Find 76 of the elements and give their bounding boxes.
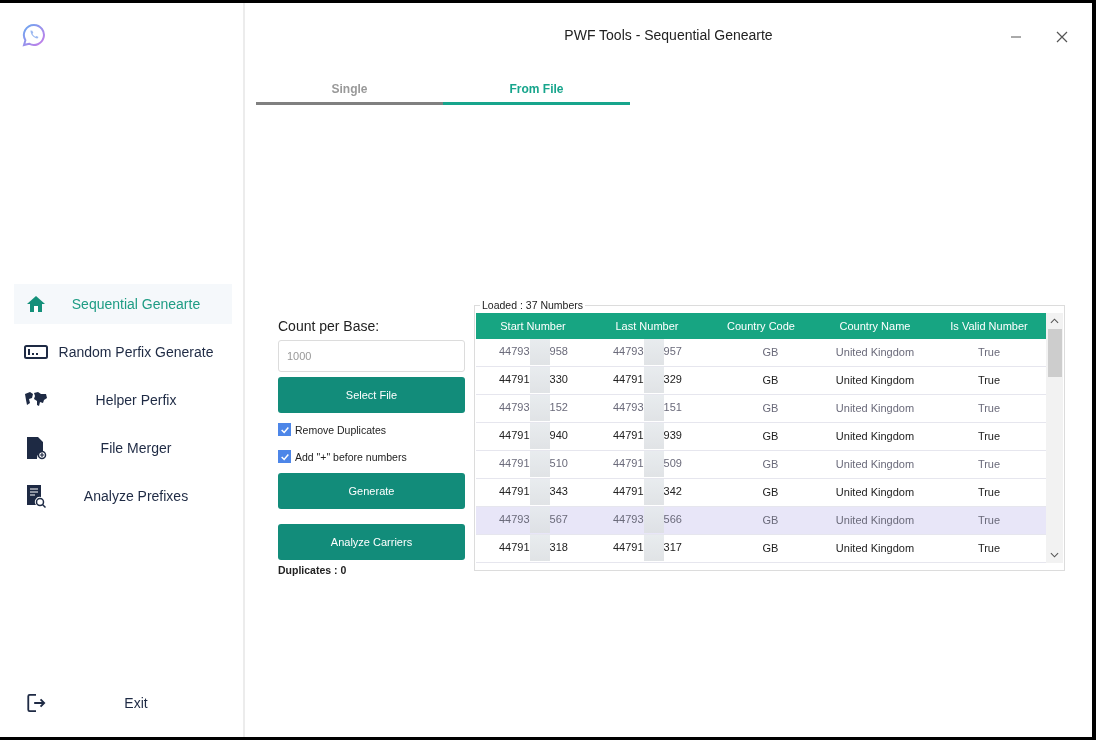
table-cell: 44791 343: [476, 478, 590, 507]
close-icon[interactable]: [1056, 31, 1068, 43]
table-cell: United Kingdom: [818, 506, 932, 535]
generate-button[interactable]: Generate: [278, 473, 465, 509]
table-row[interactable]: 44791 343 44791 342 GB United Kingdom True: [476, 478, 1046, 507]
exit-icon: [24, 693, 48, 713]
sidebar-item[interactable]: Helper Perfix: [14, 380, 232, 420]
scroll-down-icon[interactable]: [1050, 552, 1059, 558]
table-cell: 44793 566: [590, 506, 704, 535]
table-cell: GB: [704, 339, 818, 367]
table-cell: 44791 939: [590, 422, 704, 451]
table-cell: 44793 152: [476, 394, 590, 423]
table-cell: United Kingdom: [818, 478, 932, 507]
column-header[interactable]: Is Valid Number: [932, 313, 1046, 339]
world-map-icon: [24, 391, 48, 409]
analyze-carriers-button[interactable]: Analyze Carriers: [278, 524, 465, 560]
table-cell: True: [932, 506, 1046, 535]
scroll-up-icon[interactable]: [1050, 318, 1059, 324]
table-cell: GB: [704, 422, 818, 451]
chat-bubble-logo: [22, 23, 46, 47]
table-row[interactable]: 44791 318 44791 317 GB United Kingdom True: [476, 534, 1046, 563]
table-cell: United Kingdom: [818, 450, 932, 479]
table-cell: 44793 957: [590, 339, 704, 367]
table-cell: 44791 510: [476, 450, 590, 479]
sidebar-item[interactable]: Analyze Prefixes: [14, 476, 232, 516]
count-input[interactable]: 1000: [278, 340, 465, 372]
panel-legend: Loaded : 37 Numbers: [480, 300, 585, 311]
column-header[interactable]: Last Number: [590, 313, 704, 339]
checkbox-label: Remove Duplicates: [295, 423, 387, 436]
file-search-icon: [24, 484, 48, 508]
table-row[interactable]: 44791 330 44791 329 GB United Kingdom True: [476, 366, 1046, 395]
sidebar-item[interactable]: File Merger: [14, 428, 232, 468]
table-cell: 44793 151: [590, 394, 704, 423]
table-cell: 44791 509: [590, 450, 704, 479]
table-cell: GB: [704, 394, 818, 423]
table-cell: 44791 330: [476, 366, 590, 395]
table-cell: GB: [704, 366, 818, 395]
table-cell: United Kingdom: [818, 534, 932, 563]
table-row[interactable]: 44791 940 44791 939 GB United Kingdom True: [476, 422, 1046, 451]
checkbox[interactable]: [278, 450, 291, 463]
sidebar-item[interactable]: Random Perfix Generate: [14, 332, 232, 372]
table-cell: GB: [704, 506, 818, 535]
column-header[interactable]: Country Name: [818, 313, 932, 339]
table-cell: United Kingdom: [818, 394, 932, 423]
column-header[interactable]: Country Code: [704, 313, 818, 339]
column-header[interactable]: Start Number: [476, 313, 590, 339]
table-row[interactable]: 44791 510 44791 509 GB United Kingdom True: [476, 450, 1046, 479]
file-add-icon: [24, 436, 48, 460]
terminal-icon: [24, 345, 48, 359]
select-file-button[interactable]: Select File: [278, 377, 465, 413]
field-label: Count per Base:: [278, 318, 381, 334]
checkbox[interactable]: [278, 423, 291, 436]
window-title: PWF Tools - Sequential Genearte: [564, 27, 773, 43]
table-row[interactable]: 44793 567 44793 566 GB United Kingdom True: [476, 506, 1046, 535]
checkbox-label: Add "+" before numbers: [295, 450, 407, 463]
scrollbar[interactable]: [1046, 313, 1063, 563]
table-cell: 44791 318: [476, 534, 590, 563]
tab[interactable]: From File: [443, 82, 630, 105]
duplicates-count: Duplicates : 0: [278, 564, 348, 576]
table-cell: GB: [704, 534, 818, 563]
table-cell: United Kingdom: [818, 422, 932, 451]
table-cell: United Kingdom: [818, 366, 932, 395]
table-cell: 44791 317: [590, 534, 704, 563]
table-cell: 44793 958: [476, 339, 590, 367]
table-cell: 44793 567: [476, 506, 590, 535]
sidebar-item[interactable]: Sequential Genearte: [14, 284, 232, 324]
table-cell: GB: [704, 450, 818, 479]
table-cell: 44791 329: [590, 366, 704, 395]
table-row[interactable]: 44793 152 44793 151 GB United Kingdom True: [476, 394, 1046, 423]
exit-button[interactable]: Exit: [14, 683, 232, 723]
scroll-thumb[interactable]: [1047, 329, 1062, 377]
table-row[interactable]: 44793 958 44793 957 GB United Kingdom True: [476, 339, 1046, 367]
table-cell: GB: [704, 478, 818, 507]
table-cell: 44791 940: [476, 422, 590, 451]
table-cell: United Kingdom: [818, 339, 932, 367]
table-cell: 44791 342: [590, 478, 704, 507]
